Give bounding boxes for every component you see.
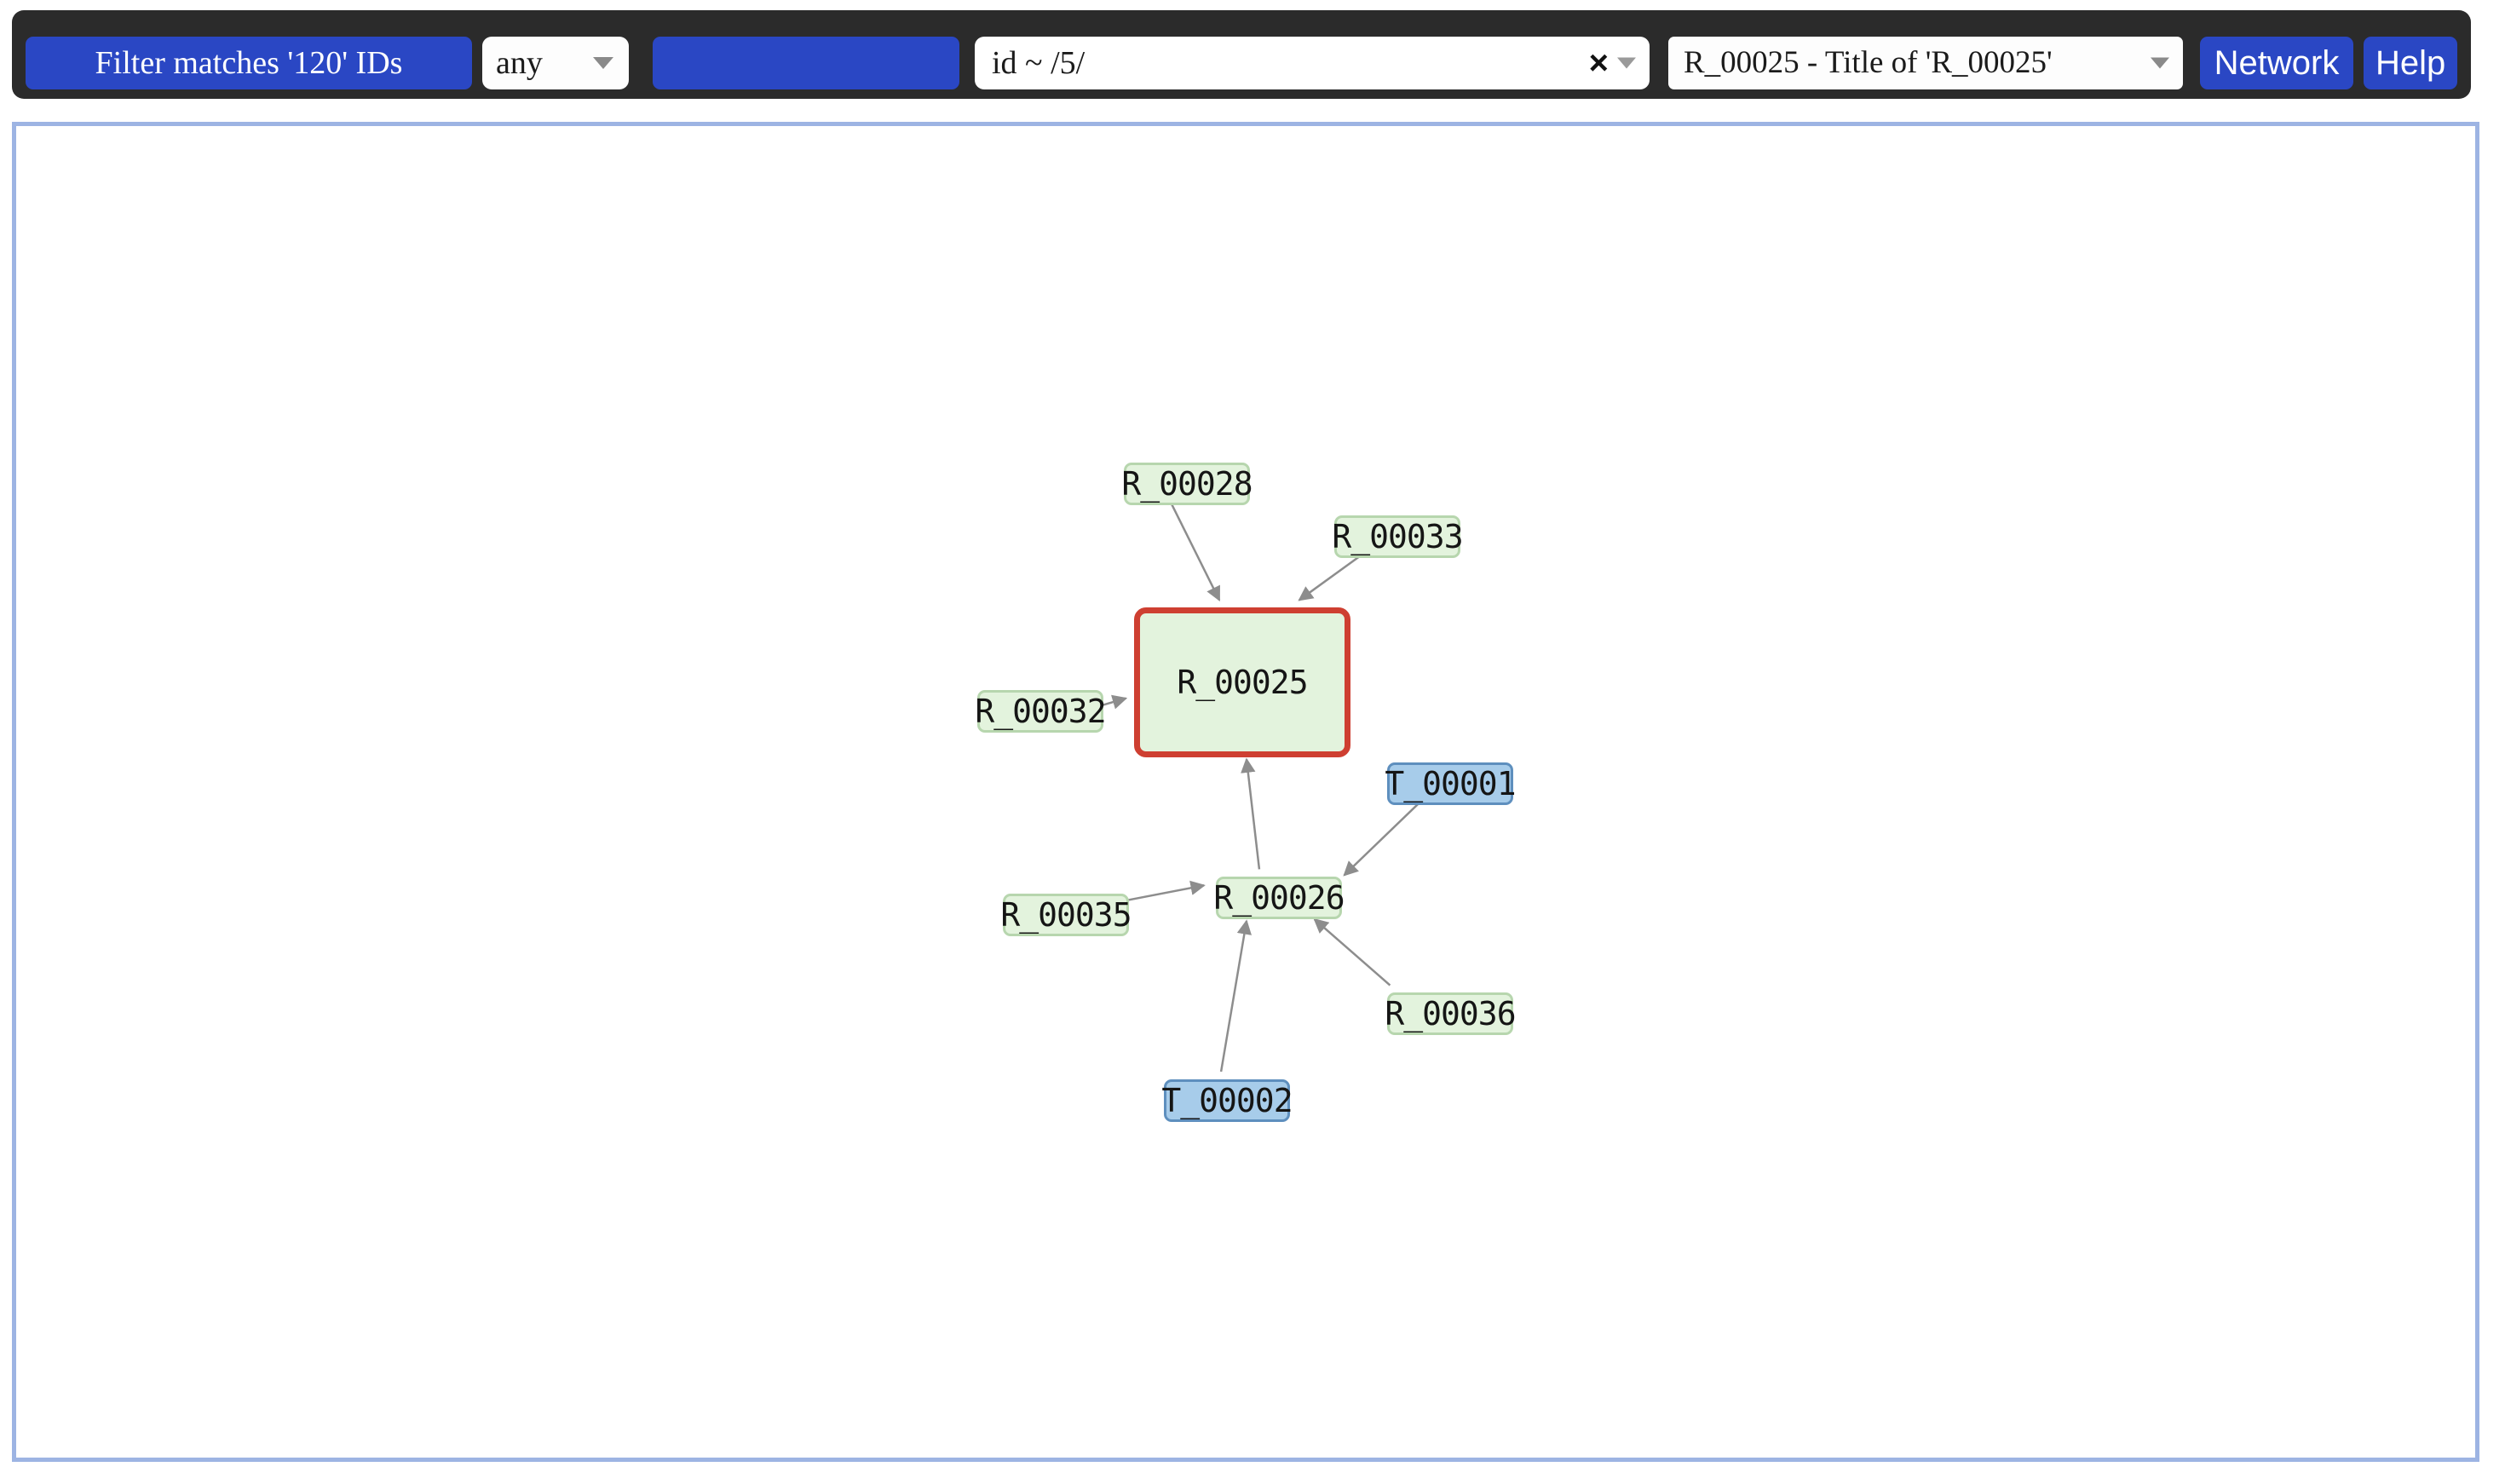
- graph-canvas[interactable]: R_00028 R_00033 R_00025 R_00032 T_00001 R_000…: [12, 122, 2479, 1462]
- graph-node-r_00025[interactable]: R_00025: [1134, 607, 1350, 757]
- graph-edge: [1170, 502, 1221, 601]
- graph-node-label: R_00036: [1385, 995, 1516, 1032]
- node-select-value: R_00025 - Title of 'R_00025': [1684, 45, 2053, 80]
- graph-edge: [1125, 880, 1206, 902]
- chevron-down-icon: [2151, 57, 2169, 69]
- graph-node-t_00001[interactable]: T_00001: [1385, 762, 1517, 805]
- network-button[interactable]: Network: [2200, 37, 2353, 89]
- graph-edge: [1313, 917, 1391, 986]
- graph-node-label: R_00028: [1121, 465, 1252, 503]
- graph-node-r_00033[interactable]: R_00033: [1332, 515, 1464, 558]
- graph-node-r_00036[interactable]: R_00036: [1385, 992, 1517, 1035]
- graph-node-label: R_00032: [975, 693, 1106, 730]
- blank-action-button[interactable]: [653, 37, 959, 89]
- node-select[interactable]: R_00025 - Title of 'R_00025': [1668, 37, 2183, 89]
- search-input[interactable]: id ~ /5/ ×: [975, 37, 1650, 89]
- search-input-value: id ~ /5/: [992, 45, 1086, 81]
- graph-node-label: T_00001: [1385, 765, 1516, 802]
- graph-edge: [1219, 919, 1252, 1073]
- graph-edge: [1241, 757, 1261, 870]
- chevron-down-icon: [593, 57, 613, 69]
- graph-node-label: R_00035: [1000, 896, 1132, 934]
- graph-node-r_00028[interactable]: R_00028: [1121, 463, 1253, 505]
- graph-edge: [1343, 800, 1423, 877]
- match-mode-select[interactable]: any: [482, 37, 629, 89]
- graph-node-r_00026[interactable]: R_00026: [1213, 877, 1345, 919]
- toolbar: Filter matches '120' IDs any id ~ /5/ × …: [12, 10, 2471, 99]
- graph-node-t_00002[interactable]: T_00002: [1161, 1079, 1293, 1122]
- chevron-down-icon[interactable]: [1617, 57, 1636, 69]
- match-mode-value: any: [496, 45, 543, 81]
- filter-matches-button[interactable]: Filter matches '120' IDs: [26, 37, 472, 89]
- graph-node-r_00035[interactable]: R_00035: [1000, 894, 1132, 936]
- graph-node-label: R_00025: [1177, 664, 1308, 701]
- graph-edges-layer: [1099, 502, 1423, 1073]
- close-icon[interactable]: ×: [1589, 46, 1609, 80]
- graph-node-r_00032[interactable]: R_00032: [975, 690, 1107, 733]
- graph-node-label: R_00033: [1332, 518, 1463, 555]
- graph-node-label: R_00026: [1213, 879, 1345, 917]
- help-button[interactable]: Help: [2364, 37, 2457, 89]
- graph-node-label: T_00002: [1161, 1082, 1293, 1119]
- graph-edge: [1298, 554, 1362, 601]
